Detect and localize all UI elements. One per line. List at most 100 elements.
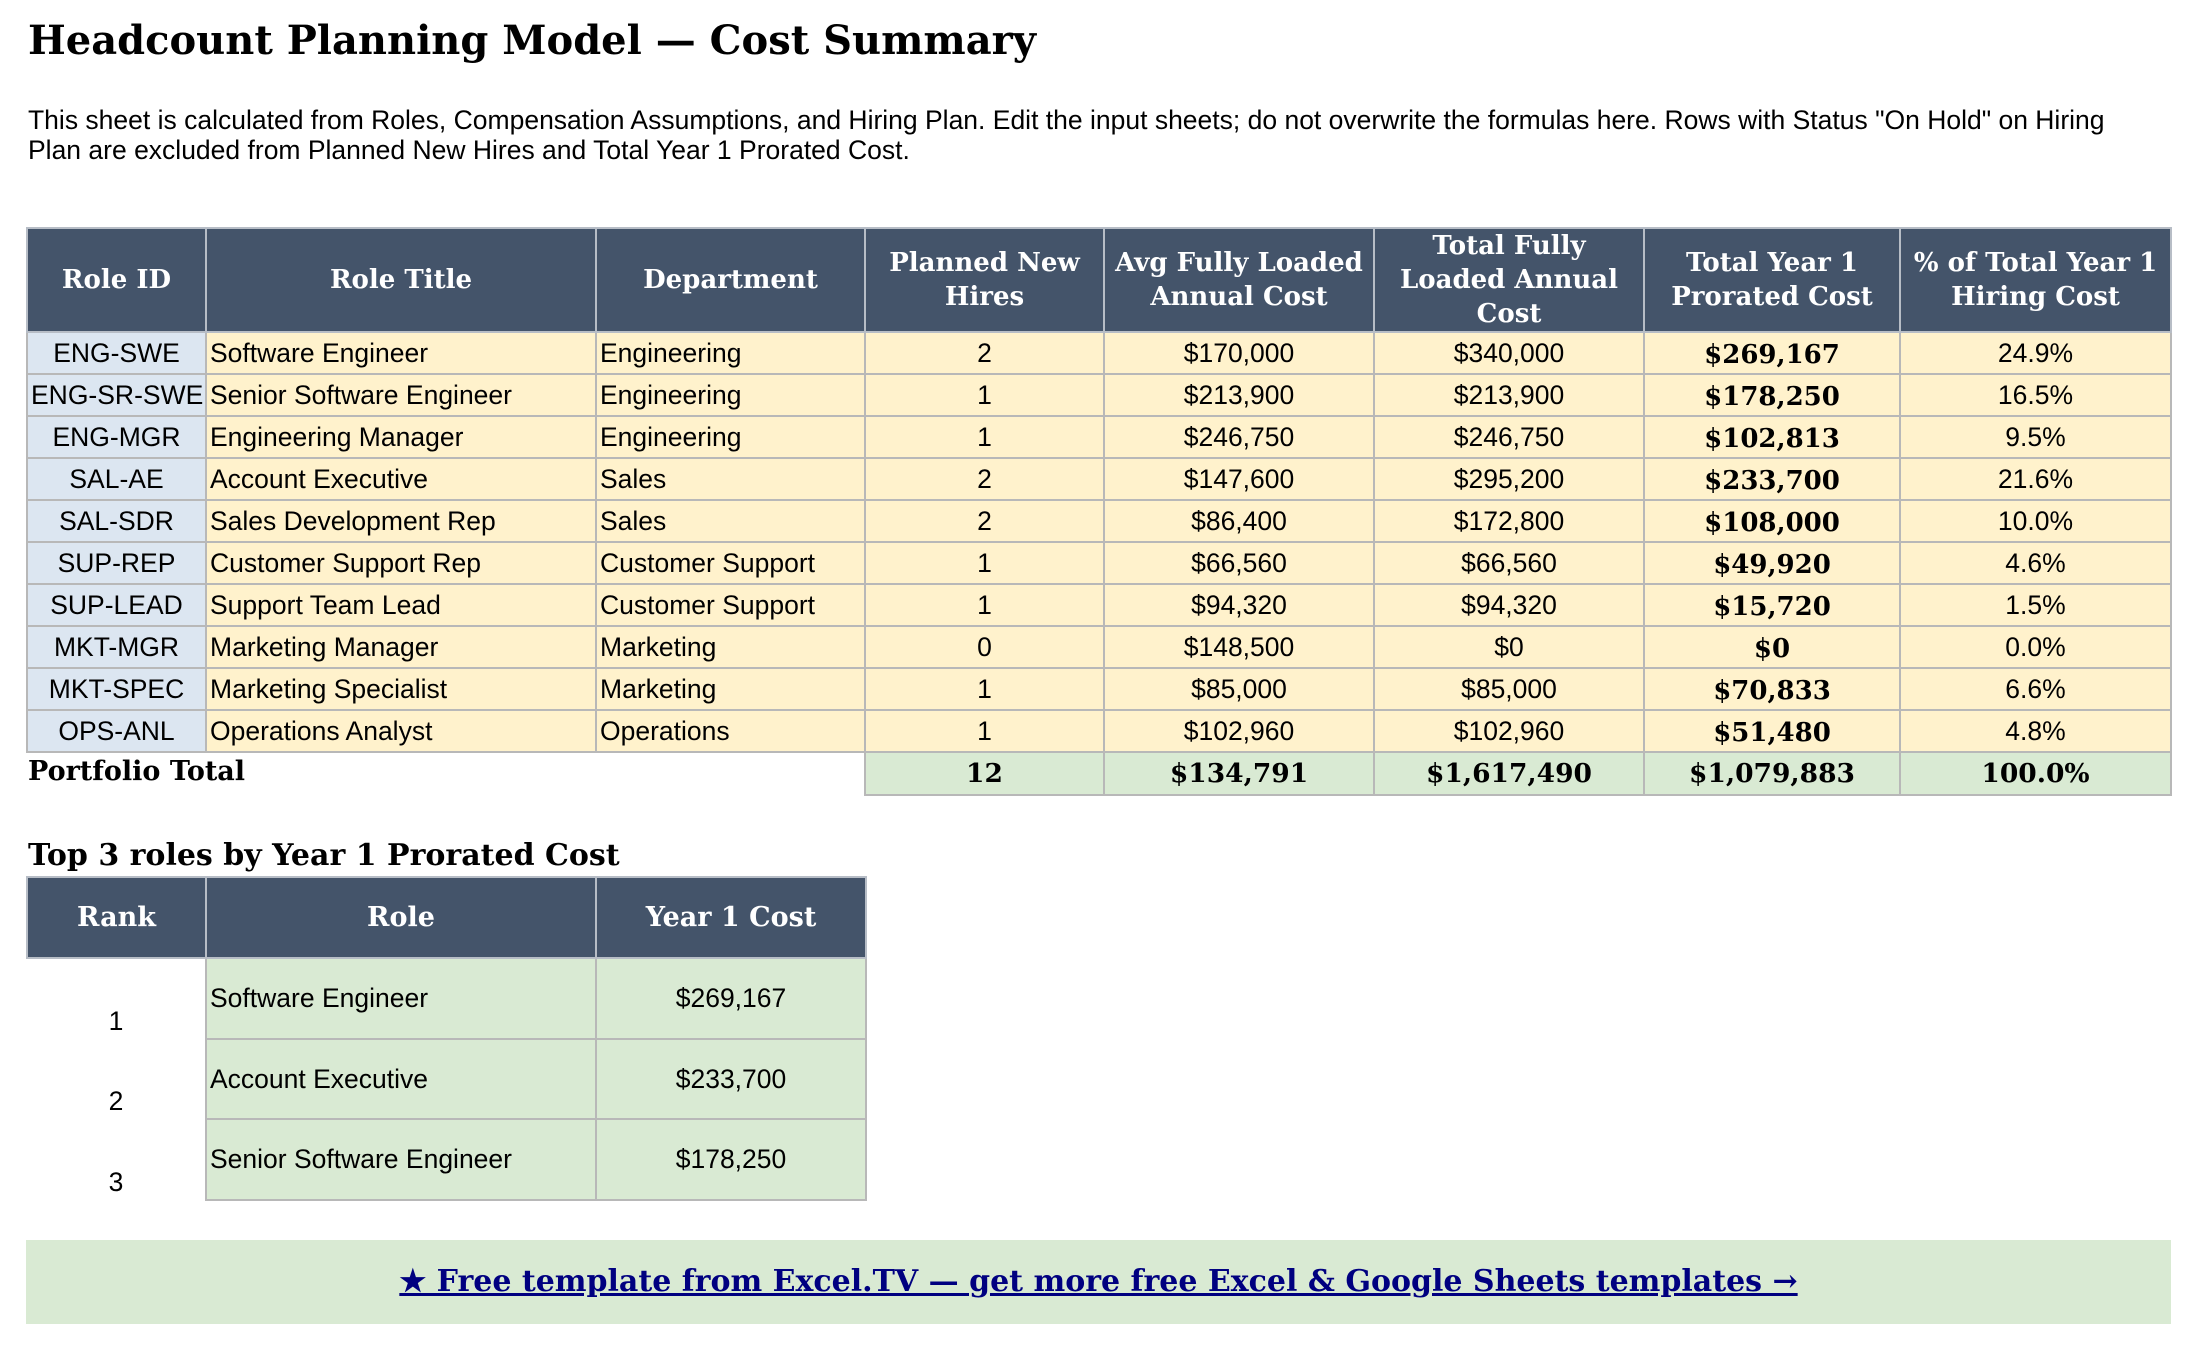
total-cost-cell[interactable]: $172,800 xyxy=(1373,499,1645,543)
avg-cost-cell[interactable]: $85,000 xyxy=(1103,667,1375,711)
year1-cost-cell[interactable]: $178,250 xyxy=(1643,373,1901,417)
department-cell[interactable]: Engineering xyxy=(595,415,866,459)
role-id-cell[interactable]: SAL-SDR xyxy=(26,499,207,543)
avg-cost-cell[interactable]: $213,900 xyxy=(1103,373,1375,417)
planned-hires-cell[interactable]: 2 xyxy=(864,457,1105,501)
page-title: Headcount Planning Model — Cost Summary xyxy=(28,17,1036,64)
planned-hires-cell[interactable]: 1 xyxy=(864,709,1105,753)
year1-cost-cell[interactable]: $70,833 xyxy=(1643,667,1901,711)
planned-hires-cell[interactable]: 1 xyxy=(864,373,1105,417)
role-title-cell[interactable]: Marketing Specialist xyxy=(205,667,597,711)
avg-cost-cell[interactable]: $246,750 xyxy=(1103,415,1375,459)
total-avg-annual-cost[interactable]: $134,791 xyxy=(1103,751,1375,796)
planned-hires-cell[interactable]: 2 xyxy=(864,499,1105,543)
pct-cost-cell[interactable]: 24.9% xyxy=(1899,331,2172,375)
avg-cost-cell[interactable]: $148,500 xyxy=(1103,625,1375,669)
pct-cost-cell[interactable]: 16.5% xyxy=(1899,373,2172,417)
role-id-cell[interactable]: ENG-SWE xyxy=(26,331,207,375)
role-title-cell[interactable]: Senior Software Engineer xyxy=(205,373,597,417)
planned-hires-cell[interactable]: 1 xyxy=(864,541,1105,585)
role-id-cell[interactable]: OPS-ANL xyxy=(26,709,207,753)
top3-cost-cell[interactable]: $269,167 xyxy=(595,957,867,1040)
pct-cost-cell[interactable]: 4.6% xyxy=(1899,541,2172,585)
top3-rank-cell[interactable]: 1 xyxy=(27,958,206,1039)
role-id-cell[interactable]: SUP-REP xyxy=(26,541,207,585)
planned-hires-cell[interactable]: 2 xyxy=(864,331,1105,375)
planned-hires-cell[interactable]: 1 xyxy=(864,415,1105,459)
role-id-cell[interactable]: ENG-MGR xyxy=(26,415,207,459)
excel-tv-link[interactable]: ★ Free template from Excel.TV — get more… xyxy=(399,1264,1797,1299)
pct-cost-cell[interactable]: 10.0% xyxy=(1899,499,2172,543)
role-title-cell[interactable]: Software Engineer xyxy=(205,331,597,375)
col-header-department: Department xyxy=(595,227,866,333)
total-cost-cell[interactable]: $295,200 xyxy=(1373,457,1645,501)
planned-hires-cell[interactable]: 1 xyxy=(864,583,1105,627)
total-cost-cell[interactable]: $85,000 xyxy=(1373,667,1645,711)
year1-cost-cell[interactable]: $108,000 xyxy=(1643,499,1901,543)
top3-role-cell[interactable]: Software Engineer xyxy=(205,957,597,1040)
department-cell[interactable]: Engineering xyxy=(595,373,866,417)
pct-cost-cell[interactable]: 1.5% xyxy=(1899,583,2172,627)
year1-cost-cell[interactable]: $269,167 xyxy=(1643,331,1901,375)
department-cell[interactable]: Customer Support xyxy=(595,583,866,627)
role-title-cell[interactable]: Sales Development Rep xyxy=(205,499,597,543)
year1-cost-cell[interactable]: $15,720 xyxy=(1643,583,1901,627)
top3-cost-cell[interactable]: $178,250 xyxy=(595,1118,867,1202)
pct-cost-cell[interactable]: 6.6% xyxy=(1899,667,2172,711)
role-title-cell[interactable]: Marketing Manager xyxy=(205,625,597,669)
department-cell[interactable]: Sales xyxy=(595,457,866,501)
total-annual-cost[interactable]: $1,617,490 xyxy=(1373,751,1645,796)
year1-cost-cell[interactable]: $102,813 xyxy=(1643,415,1901,459)
total-cost-cell[interactable]: $246,750 xyxy=(1373,415,1645,459)
avg-cost-cell[interactable]: $94,320 xyxy=(1103,583,1375,627)
top3-role-cell[interactable]: Account Executive xyxy=(205,1037,597,1121)
year1-cost-cell[interactable]: $51,480 xyxy=(1643,709,1901,753)
avg-cost-cell[interactable]: $66,560 xyxy=(1103,541,1375,585)
pct-cost-cell[interactable]: 21.6% xyxy=(1899,457,2172,501)
total-cost-cell[interactable]: $0 xyxy=(1373,625,1645,669)
total-cost-cell[interactable]: $340,000 xyxy=(1373,331,1645,375)
department-cell[interactable]: Sales xyxy=(595,499,866,543)
department-cell[interactable]: Customer Support xyxy=(595,541,866,585)
avg-cost-cell[interactable]: $102,960 xyxy=(1103,709,1375,753)
avg-cost-cell[interactable]: $86,400 xyxy=(1103,499,1375,543)
role-title-cell[interactable]: Account Executive xyxy=(205,457,597,501)
year1-cost-cell[interactable]: $49,920 xyxy=(1643,541,1901,585)
avg-cost-cell[interactable]: $147,600 xyxy=(1103,457,1375,501)
avg-cost-cell[interactable]: $170,000 xyxy=(1103,331,1375,375)
year1-cost-cell[interactable]: $233,700 xyxy=(1643,457,1901,501)
total-pct[interactable]: 100.0% xyxy=(1899,751,2172,796)
top3-role-cell[interactable]: Senior Software Engineer xyxy=(205,1118,597,1202)
total-planned-hires[interactable]: 12 xyxy=(864,751,1105,796)
total-cost-cell[interactable]: $102,960 xyxy=(1373,709,1645,753)
role-title-cell[interactable]: Engineering Manager xyxy=(205,415,597,459)
top3-cost-cell[interactable]: $233,700 xyxy=(595,1037,867,1121)
pct-cost-cell[interactable]: 4.8% xyxy=(1899,709,2172,753)
portfolio-total-table: 12 $134,791 $1,617,490 $1,079,883 100.0% xyxy=(864,751,2172,796)
top3-rank-cell[interactable]: 2 xyxy=(27,1038,206,1120)
department-cell[interactable]: Marketing xyxy=(595,667,866,711)
role-id-cell[interactable]: SAL-AE xyxy=(26,457,207,501)
year1-cost-cell[interactable]: $0 xyxy=(1643,625,1901,669)
pct-cost-cell[interactable]: 9.5% xyxy=(1899,415,2172,459)
role-id-cell[interactable]: SUP-LEAD xyxy=(26,583,207,627)
top3-rank-cell[interactable]: 3 xyxy=(27,1119,206,1201)
role-title-cell[interactable]: Customer Support Rep xyxy=(205,541,597,585)
total-cost-cell[interactable]: $213,900 xyxy=(1373,373,1645,417)
department-cell[interactable]: Engineering xyxy=(595,331,866,375)
total-cost-cell[interactable]: $94,320 xyxy=(1373,583,1645,627)
department-cell[interactable]: Operations xyxy=(595,709,866,753)
role-id-cell[interactable]: ENG-SR-SWE xyxy=(26,373,207,417)
planned-hires-cell[interactable]: 1 xyxy=(864,667,1105,711)
role-title-cell[interactable]: Support Team Lead xyxy=(205,583,597,627)
total-year1-cost[interactable]: $1,079,883 xyxy=(1643,751,1901,796)
table-header-row: Role ID Role Title Department Planned Ne… xyxy=(26,227,2172,333)
total-cost-cell[interactable]: $66,560 xyxy=(1373,541,1645,585)
pct-cost-cell[interactable]: 0.0% xyxy=(1899,625,2172,669)
role-id-cell[interactable]: MKT-SPEC xyxy=(26,667,207,711)
planned-hires-cell[interactable]: 0 xyxy=(864,625,1105,669)
role-id-cell[interactable]: MKT-MGR xyxy=(26,625,207,669)
department-cell[interactable]: Marketing xyxy=(595,625,866,669)
role-title-cell[interactable]: Operations Analyst xyxy=(205,709,597,753)
table-row: SUP-LEAD Support Team Lead Customer Suppor… xyxy=(26,583,2172,627)
